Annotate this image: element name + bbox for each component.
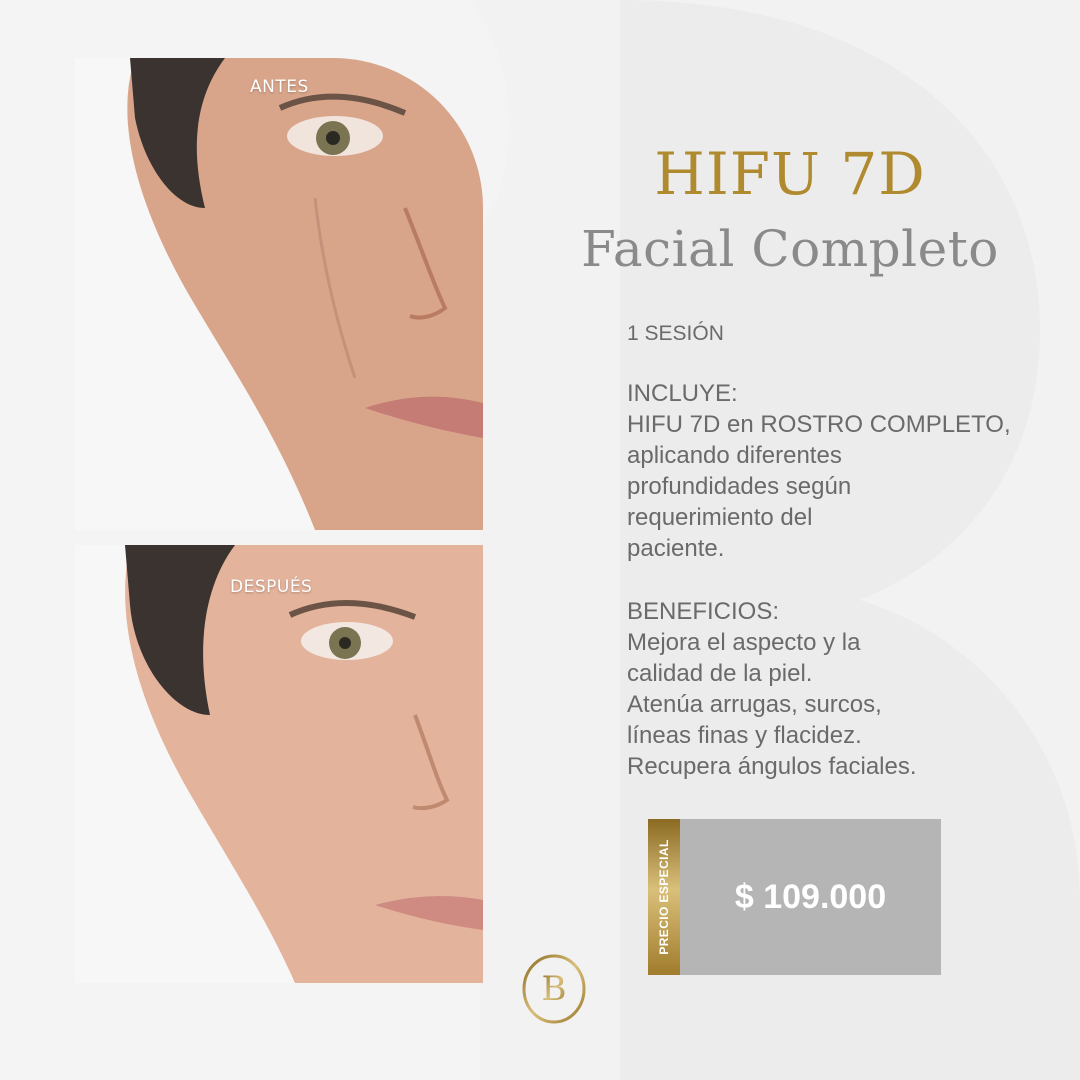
special-price-band: PRECIO ESPECIAL: [648, 819, 680, 975]
after-label: DESPUÉS: [230, 577, 313, 597]
logo-letter: B: [542, 969, 567, 1009]
includes-line: requerimiento del: [627, 504, 813, 531]
benefits-section: BENEFICIOS: Mejora el aspecto y la calid…: [627, 596, 917, 782]
includes-line: HIFU 7D en ROSTRO COMPLETO,: [627, 411, 1011, 438]
brand-logo: B: [522, 954, 586, 1024]
treatment-subtitle: Facial Completo: [581, 220, 999, 278]
after-face-illustration: [75, 545, 483, 983]
includes-line: profundidades según: [627, 473, 852, 500]
benefits-line: líneas finas y flacidez.: [627, 722, 862, 749]
before-face-illustration: [75, 58, 483, 530]
treatment-title: HIFU 7D: [654, 140, 926, 208]
before-photo: ANTES: [75, 58, 483, 530]
benefits-line: calidad de la piel.: [627, 660, 813, 687]
includes-heading: INCLUYE:: [627, 380, 738, 407]
benefits-line: Recupera ángulos faciales.: [627, 753, 917, 780]
benefits-line: Mejora el aspecto y la: [627, 629, 861, 656]
benefits-heading: BENEFICIOS:: [627, 598, 780, 625]
includes-section: INCLUYE: HIFU 7D en ROSTRO COMPLETO, apl…: [627, 378, 1011, 564]
price-box: PRECIO ESPECIAL $ 109.000: [648, 819, 941, 975]
sessions-count: 1 SESIÓN: [627, 322, 724, 345]
price-value: $ 109.000: [734, 877, 887, 916]
includes-line: paciente.: [627, 535, 725, 562]
benefits-line: Atenúa arrugas, surcos,: [627, 691, 882, 718]
includes-line: aplicando diferentes: [627, 442, 842, 469]
special-price-label: PRECIO ESPECIAL: [657, 839, 671, 955]
before-label: ANTES: [250, 77, 309, 97]
after-photo: DESPUÉS: [75, 545, 483, 983]
